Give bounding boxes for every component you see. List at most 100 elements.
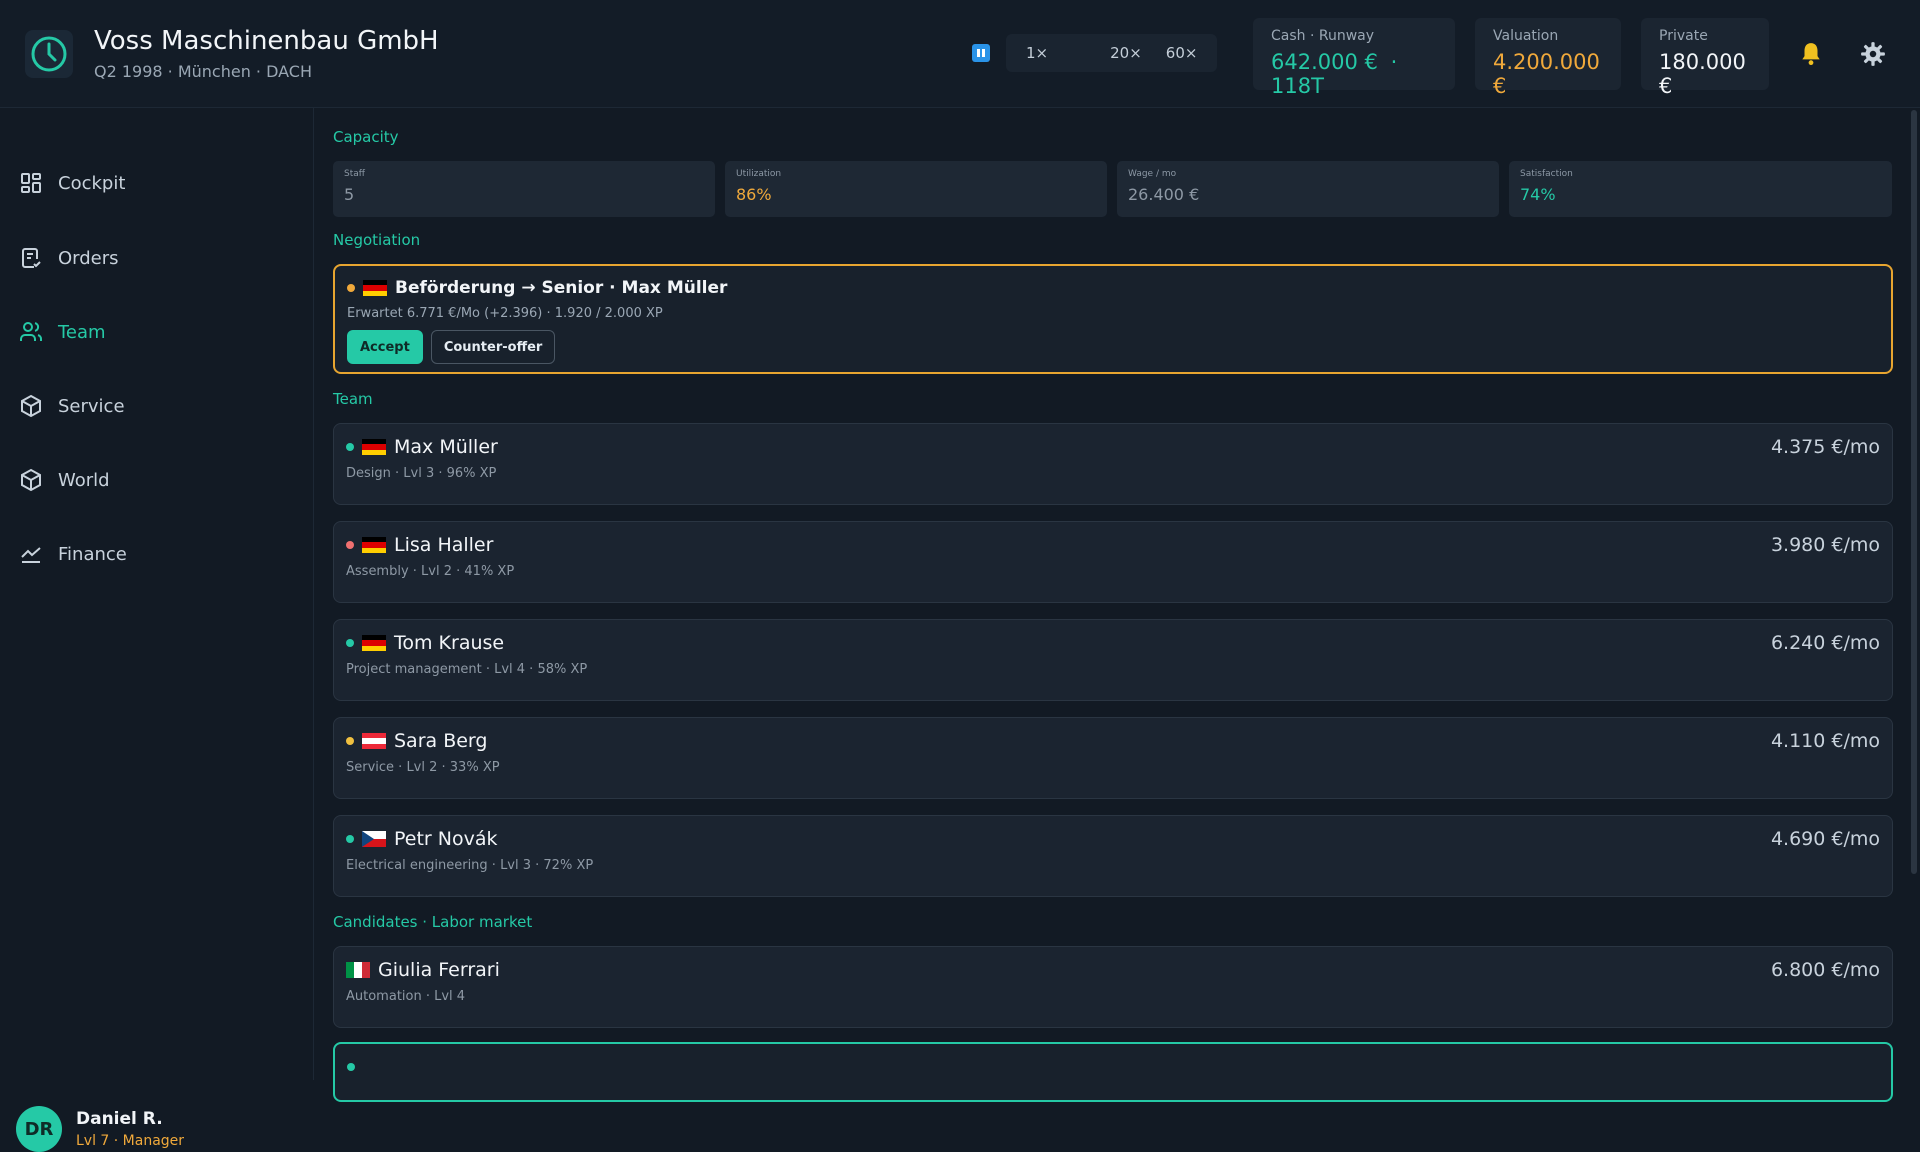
sidebar-item-team[interactable]: Team [18,312,298,352]
negotiation-detail: Erwartet 6.771 €/Mo (+2.396) · 1.920 / 2… [347,306,663,321]
pause-icon [977,49,985,57]
cube-icon [18,393,44,419]
team-member-card[interactable]: Sara Berg Service · Lvl 2 · 33% XP 4.110… [333,717,1893,799]
candidate-card[interactable]: Giulia Ferrari Automation · Lvl 4 6.800 … [333,946,1893,1028]
users-icon [18,319,44,345]
sidebar-item-finance[interactable]: Finance [18,534,298,574]
top-bar: Voss Maschinenbau GmbH Q2 1998 · München… [0,0,1920,108]
metric-label: Staff [344,169,365,179]
clipboard-check-icon [18,245,44,271]
accept-button[interactable]: Accept [347,330,423,364]
metric-satisfaction: Satisfaction 74% [1509,161,1892,217]
candidate-name: Giulia Ferrari [378,959,500,981]
status-dot [346,737,354,745]
speed-controls: 1× 20× 60× [972,34,1218,72]
team-member-card[interactable]: Tom Krause Project management · Lvl 4 · … [333,619,1893,701]
status-dot [346,835,354,843]
sidebar-item-service[interactable]: Service [18,386,298,426]
cash-amount: 642.000 € [1271,50,1378,74]
sidebar-item-label: World [58,469,110,491]
sidebar-item-world[interactable]: World [18,460,298,500]
cash-card: Cash · Runway 642.000 € · 118T [1253,18,1455,98]
flag-cz-icon [362,831,386,847]
negotiation-card: Beförderung → Senior · Max Müller Erwart… [333,264,1893,374]
section-title-candidates: Candidates · Labor market [333,913,533,931]
company-meta: Q2 1998 · München · DACH [94,62,313,81]
cash-label: Cash · Runway [1271,28,1375,44]
avatar: DR [16,1106,62,1152]
speed-20x-button[interactable]: 20× [1098,34,1154,72]
member-detail: Electrical engineering · Lvl 3 · 72% XP [346,858,594,873]
cash-value: 642.000 € · 118T [1271,50,1398,98]
metric-label: Utilization [736,169,782,179]
private-card: Private 180.000 € [1641,18,1769,98]
member-name: Sara Berg [394,730,488,752]
speed-selector: 1× 20× 60× [1006,34,1218,72]
member-wage: 4.375 €/mo [1770,436,1880,458]
candidate-card-partial[interactable] [333,1042,1893,1102]
flag-de-icon [363,280,387,296]
clock-logo-icon [25,30,73,78]
valuation-value: 4.200.000 € [1493,50,1600,98]
speed-1x-button[interactable]: 1× [1014,34,1060,72]
member-name: Max Müller [394,436,498,458]
metric-value: 86% [736,185,772,204]
speed-60x-button[interactable]: 60× [1154,34,1210,72]
member-name: Tom Krause [394,632,505,654]
member-detail: Design · Lvl 3 · 96% XP [346,466,497,481]
member-wage: 4.690 €/mo [1770,828,1880,850]
speed-5x-button[interactable] [1060,34,1098,72]
member-detail: Assembly · Lvl 2 · 41% XP [346,564,515,579]
flag-de-icon [362,439,386,455]
main-content: Capacity Staff 5 Utilization 86% Wage / … [314,108,1906,1102]
scrollbar-thumb[interactable] [1911,110,1917,874]
member-name: Lisa Haller [394,534,494,556]
team-member-card[interactable]: Max Müller Design · Lvl 3 · 96% XP 4.375… [333,423,1893,505]
member-wage: 6.240 €/mo [1770,632,1880,654]
status-dot [346,443,354,451]
member-detail: Project management · Lvl 4 · 58% XP [346,662,588,677]
member-name: Petr Novák [394,828,498,850]
private-label: Private [1659,28,1708,44]
team-member-card[interactable]: Lisa Haller Assembly · Lvl 2 · 41% XP 3.… [333,521,1893,603]
section-title-negotiation: Negotiation [333,231,421,249]
negotiation-title: Beförderung → Senior · Max Müller [395,278,728,298]
sidebar-item-label: Orders [58,247,119,269]
member-wage: 3.980 €/mo [1770,534,1880,556]
flag-de-icon [362,635,386,651]
member-detail: Service · Lvl 2 · 33% XP [346,760,500,775]
candidate-detail: Automation · Lvl 4 [346,989,466,1004]
valuation-label: Valuation [1493,28,1559,44]
sidebar-item-label: Finance [58,543,127,565]
valuation-card: Valuation 4.200.000 € [1475,18,1621,98]
team-member-card[interactable]: Petr Novák Electrical engineering · Lvl … [333,815,1893,897]
sidebar-item-cockpit[interactable]: Cockpit [18,163,298,203]
member-wage: 4.110 €/mo [1770,730,1880,752]
status-dot [347,284,355,292]
bell-icon[interactable] [1795,38,1827,70]
sidebar: Cockpit Orders Team Service World Financ… [0,108,314,1152]
sidebar-item-label: Team [58,321,106,343]
user-profile[interactable]: DR Daniel R. Lvl 7 · Manager [16,1106,184,1152]
sidebar-item-label: Service [58,395,125,417]
metric-value: 5 [344,185,355,204]
sidebar-item-orders[interactable]: Orders [18,238,298,278]
section-title-capacity: Capacity [333,128,399,146]
metric-staff: Staff 5 [333,161,715,217]
metric-wage: Wage / mo 26.400 € [1117,161,1499,217]
section-title-team: Team [333,390,373,408]
counter-offer-button[interactable]: Counter-offer [430,330,556,364]
user-name: Daniel R. [76,1109,163,1129]
metric-value: 26.400 € [1128,185,1200,204]
company-name: Voss Maschinenbau GmbH [94,26,439,56]
metric-value: 74% [1520,185,1556,204]
status-dot [347,1063,355,1071]
grid-icon [18,170,44,196]
pause-button[interactable] [972,44,990,62]
cube-icon [18,467,44,493]
flag-at-icon [362,733,386,749]
flag-it-icon [346,962,370,978]
private-value: 180.000 € [1659,50,1746,98]
sidebar-item-label: Cockpit [58,172,126,194]
gear-icon[interactable] [1857,38,1889,70]
